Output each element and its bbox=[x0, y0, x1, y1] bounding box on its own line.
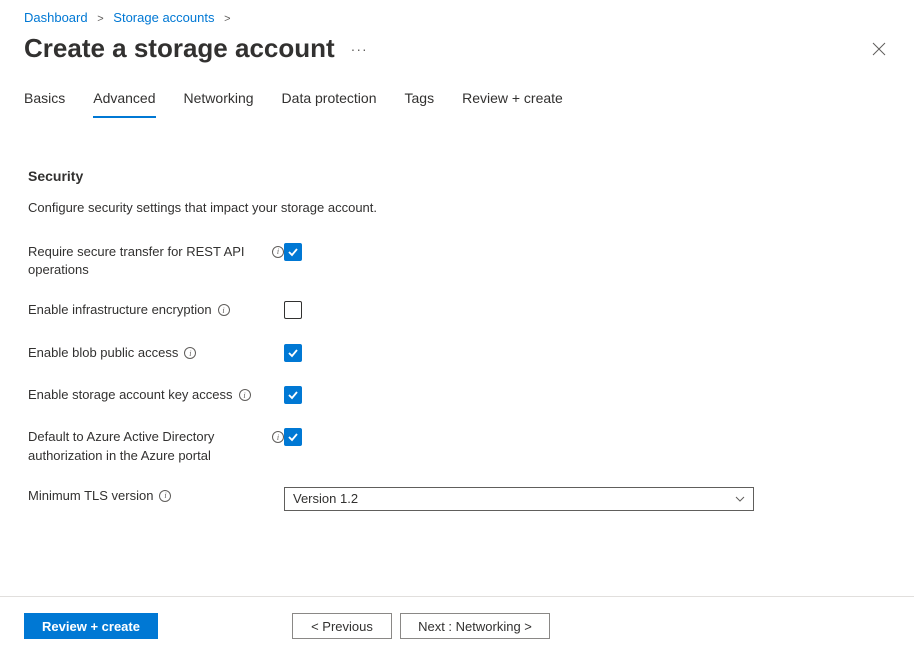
tab-networking[interactable]: Networking bbox=[184, 82, 254, 118]
review-create-button[interactable]: Review + create bbox=[24, 613, 158, 639]
field-label: Enable blob public access bbox=[28, 344, 178, 362]
field-blob-public: Enable blob public access i bbox=[28, 344, 890, 364]
field-label: Enable storage account key access bbox=[28, 386, 233, 404]
info-icon[interactable]: i bbox=[239, 389, 251, 401]
tab-basics[interactable]: Basics bbox=[24, 82, 65, 118]
next-button[interactable]: Next : Networking > bbox=[400, 613, 550, 639]
field-aad-default: Default to Azure Active Directory author… bbox=[28, 428, 890, 464]
close-icon[interactable] bbox=[868, 38, 890, 60]
field-label: Minimum TLS version bbox=[28, 487, 153, 505]
field-label: Enable infrastructure encryption bbox=[28, 301, 212, 319]
footer: Review + create < Previous Next : Networ… bbox=[0, 596, 914, 663]
tab-data-protection[interactable]: Data protection bbox=[282, 82, 377, 118]
field-min-tls: Minimum TLS version i Version 1.2 bbox=[28, 487, 890, 511]
info-icon[interactable]: i bbox=[272, 431, 284, 443]
info-icon[interactable]: i bbox=[184, 347, 196, 359]
field-label: Require secure transfer for REST API ope… bbox=[28, 243, 266, 279]
chevron-right-icon: > bbox=[224, 13, 230, 25]
info-icon[interactable]: i bbox=[159, 490, 171, 502]
page-title: Create a storage account bbox=[24, 33, 335, 64]
field-secure-transfer: Require secure transfer for REST API ope… bbox=[28, 243, 890, 279]
title-row: Create a storage account ··· bbox=[0, 31, 914, 82]
info-icon[interactable]: i bbox=[218, 304, 230, 316]
tab-tags[interactable]: Tags bbox=[405, 82, 435, 118]
more-icon[interactable]: ··· bbox=[351, 41, 368, 57]
section-heading-security: Security bbox=[28, 168, 890, 184]
checkbox-infra-encryption[interactable] bbox=[284, 301, 302, 319]
select-value: Version 1.2 bbox=[293, 491, 358, 506]
chevron-down-icon bbox=[735, 494, 745, 504]
field-infra-encryption: Enable infrastructure encryption i bbox=[28, 301, 890, 322]
tab-advanced[interactable]: Advanced bbox=[93, 82, 155, 118]
checkbox-aad-default[interactable] bbox=[284, 428, 302, 446]
breadcrumb: Dashboard > Storage accounts > bbox=[0, 0, 914, 31]
info-icon[interactable]: i bbox=[272, 246, 284, 258]
tabs: Basics Advanced Networking Data protecti… bbox=[0, 82, 914, 119]
checkbox-secure-transfer[interactable] bbox=[284, 243, 302, 261]
select-min-tls[interactable]: Version 1.2 bbox=[284, 487, 754, 511]
checkbox-key-access[interactable] bbox=[284, 386, 302, 404]
previous-button[interactable]: < Previous bbox=[292, 613, 392, 639]
field-label: Default to Azure Active Directory author… bbox=[28, 428, 266, 464]
breadcrumb-link-dashboard[interactable]: Dashboard bbox=[24, 10, 88, 25]
section-description: Configure security settings that impact … bbox=[28, 200, 890, 215]
field-key-access: Enable storage account key access i bbox=[28, 386, 890, 406]
tab-review-create[interactable]: Review + create bbox=[462, 82, 563, 118]
checkbox-blob-public[interactable] bbox=[284, 344, 302, 362]
breadcrumb-link-storage-accounts[interactable]: Storage accounts bbox=[113, 10, 214, 25]
chevron-right-icon: > bbox=[97, 13, 103, 25]
form-scroll-area[interactable]: Security Configure security settings tha… bbox=[0, 140, 914, 585]
